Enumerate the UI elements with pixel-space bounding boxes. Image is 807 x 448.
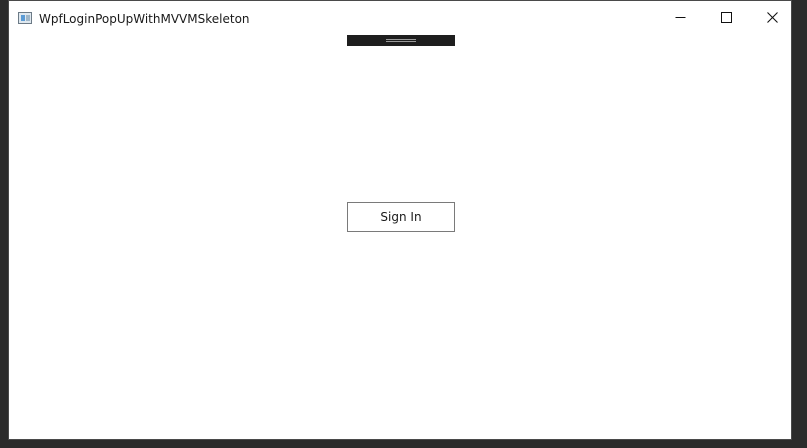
window-title: WpfLoginPopUpWithMVVMSkeleton (39, 12, 250, 26)
maximize-button[interactable] (703, 1, 749, 34)
sign-in-button[interactable]: Sign In (347, 202, 455, 232)
close-icon (766, 8, 778, 27)
close-button[interactable] (749, 1, 791, 34)
minimize-icon (675, 8, 686, 27)
main-content: Sign In (9, 34, 791, 439)
wpf-window-icon[interactable] (18, 12, 32, 24)
minimize-button[interactable] (657, 1, 703, 34)
drag-handle[interactable] (347, 35, 455, 46)
maximize-icon (720, 8, 732, 27)
title-bar[interactable]: WpfLoginPopUpWithMVVMSkeleton (9, 1, 791, 34)
app-window: WpfLoginPopUpWithMVVMSkeleton Sign In (8, 0, 792, 440)
